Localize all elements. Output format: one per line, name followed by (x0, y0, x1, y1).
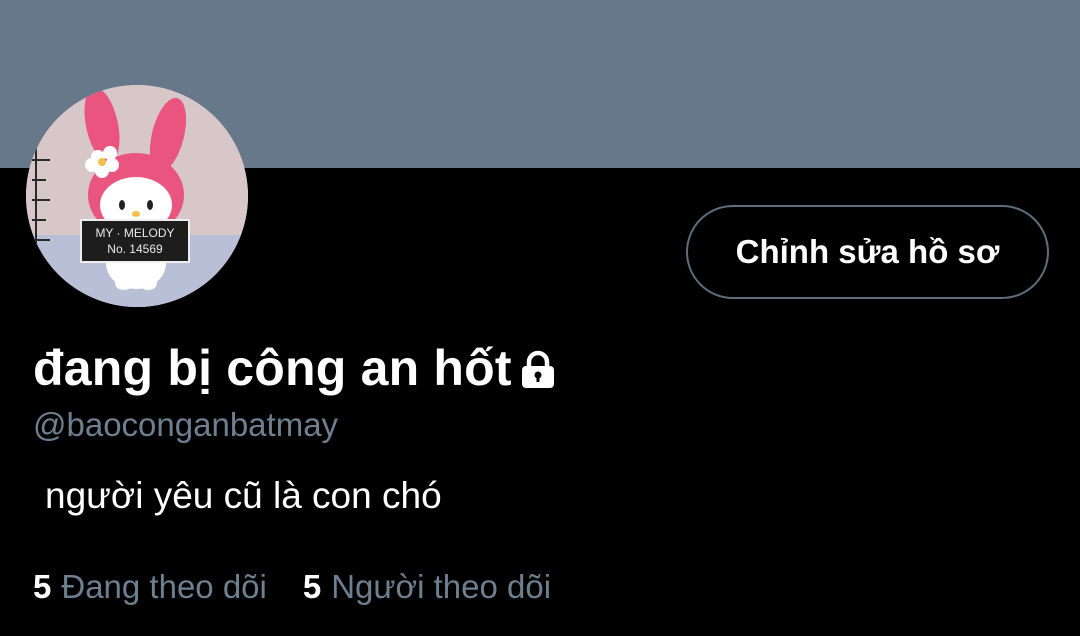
profile-bio: người yêu cũ là con chó (45, 475, 442, 516)
following-label: Đang theo dõi (61, 568, 267, 605)
profile-avatar[interactable]: MY · MELODY No. 14569 (26, 85, 248, 307)
followers-link[interactable]: 5 Người theo dõi (303, 568, 551, 606)
display-name-row: đang bị công an hốt (33, 336, 558, 400)
follow-stats: 5 Đang theo dõi 5 Người theo dõi (33, 568, 551, 606)
followers-label: Người theo dõi (331, 568, 552, 605)
following-link[interactable]: 5 Đang theo dõi (33, 568, 267, 606)
following-count: 5 (33, 568, 52, 605)
followers-count: 5 (302, 568, 322, 605)
avatar-sign-line1: MY · MELODY (95, 226, 174, 240)
edit-profile-button[interactable]: Chỉnh sửa hồ sơ (686, 205, 1049, 299)
avatar-sign-line2: No. 14569 (107, 242, 163, 256)
lock-icon (518, 349, 558, 394)
display-name: đang bị công an hốt (33, 340, 512, 396)
profile-handle: @baoconganbatmay (33, 406, 339, 443)
avatar-image: MY · MELODY No. 14569 (26, 85, 248, 307)
